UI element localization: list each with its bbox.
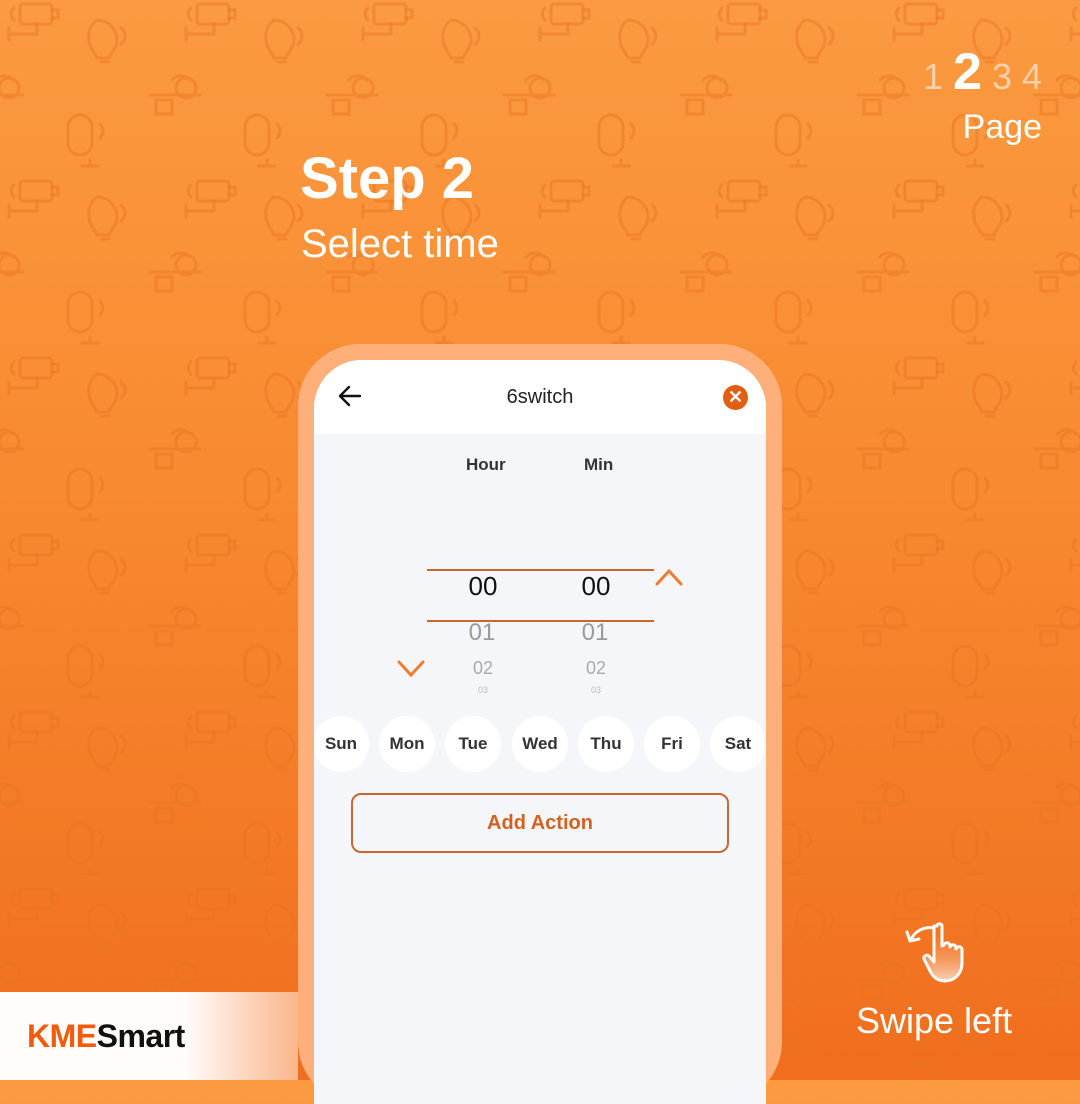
weekday-selector: Sun Mon Tue Wed Thu Fri Sat: [314, 716, 766, 774]
page-number-4[interactable]: 4: [1022, 56, 1042, 98]
hour-option[interactable]: 03: [453, 685, 513, 695]
app-title: 6switch: [506, 386, 574, 408]
day-tue[interactable]: Tue: [445, 716, 501, 772]
hour-option[interactable]: 01: [452, 619, 512, 647]
swipe-left-hand-icon: [905, 922, 964, 983]
page-number-2-current[interactable]: 2: [953, 42, 982, 102]
brand-logo-part1: KME: [27, 1018, 97, 1054]
page-indicator: 1 2 3 4 Page: [923, 42, 1042, 147]
close-circle-icon[interactable]: ✕: [723, 385, 748, 410]
minute-column-header: Min: [584, 455, 614, 474]
swipe-left-hint: Swipe left: [856, 1000, 1013, 1041]
page-number-1[interactable]: 1: [923, 56, 943, 98]
add-action-button[interactable]: Add Action: [351, 793, 729, 853]
minute-selected[interactable]: 00: [566, 571, 626, 602]
day-sat[interactable]: Sat: [710, 716, 766, 772]
brand-band: KMESmart: [0, 992, 298, 1080]
day-sun[interactable]: Sun: [314, 716, 369, 772]
scroll-down-arrow-icon: [397, 574, 425, 678]
hour-option[interactable]: 02: [453, 658, 513, 679]
minute-option[interactable]: 01: [565, 619, 625, 647]
brand-logo-part2: Smart: [96, 1018, 186, 1054]
phone-frame: 6switch ✕ Hour Min 00 01 02 03 00 01 02 …: [298, 344, 782, 1104]
step-title: Step 2: [300, 146, 475, 211]
app-bar: 6switch ✕: [314, 360, 766, 434]
page-label: Page: [962, 108, 1042, 146]
day-wed[interactable]: Wed: [512, 716, 568, 772]
phone-screen: 6switch ✕ Hour Min 00 01 02 03 00 01 02 …: [314, 360, 766, 1104]
hour-selected[interactable]: 00: [453, 571, 513, 602]
day-thu[interactable]: Thu: [578, 716, 634, 772]
day-mon[interactable]: Mon: [379, 716, 435, 772]
minute-option[interactable]: 02: [566, 658, 626, 679]
day-fri[interactable]: Fri: [644, 716, 700, 772]
scroll-up-arrow-icon: [655, 568, 683, 672]
brand-logo: KMESmart: [27, 1018, 185, 1055]
minute-option[interactable]: 03: [566, 685, 626, 695]
page-number-3[interactable]: 3: [992, 56, 1012, 98]
step-subtitle: Select time: [301, 222, 499, 266]
hour-column-header: Hour: [466, 455, 506, 474]
